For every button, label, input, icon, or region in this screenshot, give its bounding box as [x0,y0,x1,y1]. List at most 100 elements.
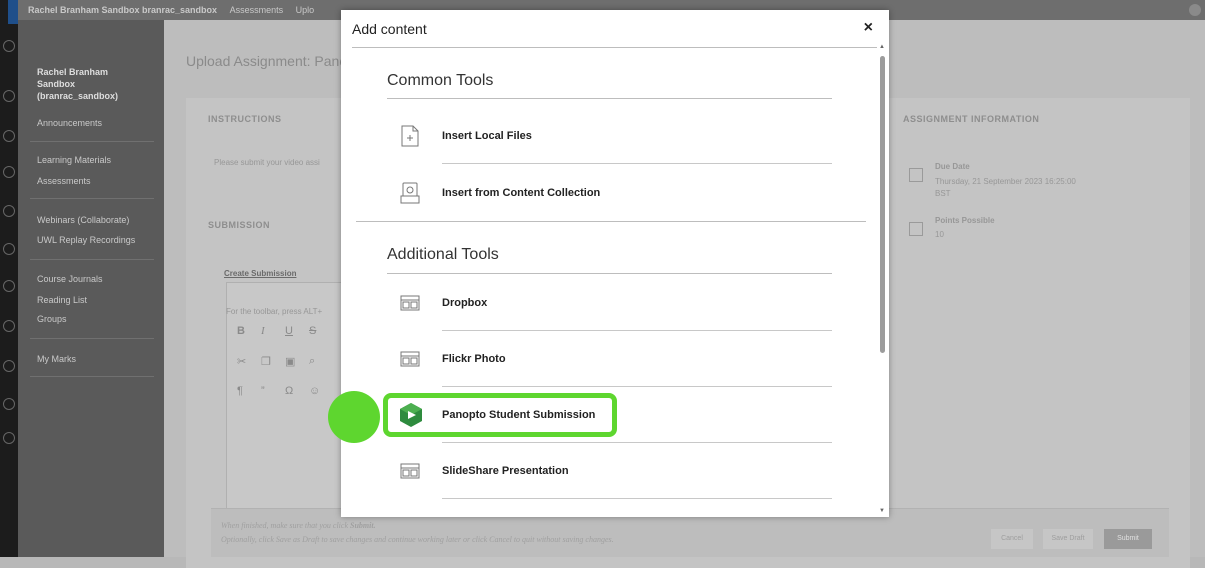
points-value: 10 [935,230,944,239]
breadcrumb-upload[interactable]: Uplo [296,5,315,15]
sidebar-item-announcements[interactable]: Announcements [37,118,102,128]
assignment-info-heading: ASSIGNMENT INFORMATION [903,114,1040,124]
app-window-icon [400,351,420,367]
courses-icon[interactable] [3,166,15,178]
divider [387,98,832,99]
divider [30,376,154,377]
divider [30,141,154,142]
cut-icon[interactable]: ✂ [237,355,246,368]
toolbar-hint: For the toolbar, press ALT+ [226,307,323,316]
help-icon[interactable] [1189,4,1201,16]
italic-icon[interactable]: I [261,325,265,337]
calendar-icon [909,168,923,182]
sidebar-item-my-marks[interactable]: My Marks [37,354,76,364]
tool-insert-local-files[interactable]: Insert Local Files [386,108,832,164]
link-icon[interactable] [3,398,15,410]
tool-label: Insert from Content Collection [442,187,601,199]
tool-label: SlideShare Presentation [442,465,569,477]
globe-icon[interactable] [3,130,15,142]
click-indicator [328,391,380,443]
breadcrumb-assessments[interactable]: Assessments [230,5,284,15]
instructions-text: Please submit your video assi [214,158,320,167]
sidebar-item-journals[interactable]: Course Journals [37,274,103,284]
find-icon[interactable]: ⌕ [309,355,315,368]
submission-heading: SUBMISSION [208,220,271,230]
page-title: Upload Assignment: Panc [186,53,347,69]
instructions-heading: INSTRUCTIONS [208,114,282,124]
due-date-value: Thursday, 21 September 2023 16:25:00 [935,177,1076,186]
calendar-icon[interactable] [3,243,15,255]
divider [30,198,154,199]
paste-icon[interactable]: ▣ [285,355,295,368]
breadcrumb-course[interactable]: Rachel Branham Sandbox branrac_sandbox [28,5,217,15]
sidebar-item-replay[interactable]: UWL Replay Recordings [37,235,135,245]
copy-icon[interactable]: ❐ [261,355,271,368]
app-window-icon [400,295,420,311]
logo-mark [8,0,18,24]
divider [442,498,832,499]
strikethrough-icon[interactable]: S [309,325,316,337]
dialog-title: Add content [352,21,427,37]
tool-label: Dropbox [442,297,488,309]
tool-slideshare-presentation[interactable]: SlideShare Presentation [386,443,832,499]
save-draft-button[interactable]: Save Draft [1043,529,1093,549]
scroll-up-icon[interactable]: ▲ [879,44,885,50]
course-title-line: (branrac_sandbox) [37,91,119,101]
divider [356,221,866,222]
tool-label: Insert Local Files [442,130,532,142]
common-tools-heading: Common Tools [387,72,494,89]
underline-icon[interactable]: U [285,325,293,337]
tool-flickr-photo[interactable]: Flickr Photo [386,331,832,387]
messages-icon[interactable] [3,280,15,292]
sidebar-item-assessments[interactable]: Assessments [37,176,91,186]
signout-icon[interactable] [3,432,15,444]
due-date-label: Due Date [935,162,970,171]
course-title-line: Sandbox [37,79,76,89]
sidebar-item-groups[interactable]: Groups [37,314,67,324]
quote-icon[interactable]: ” [261,385,265,397]
app-window-icon [400,463,420,479]
footer-note-2: Optionally, click Save as Draft to save … [221,535,614,544]
dialog-scrollbar[interactable]: ▲ ▼ [878,44,888,514]
submit-button[interactable]: Submit [1104,529,1152,549]
scroll-down-icon[interactable]: ▼ [879,508,885,514]
institution-icon[interactable] [3,40,15,52]
sidebar-item-learning-materials[interactable]: Learning Materials [37,155,111,165]
paragraph-icon[interactable]: ¶ [237,385,243,397]
divider [352,47,877,48]
due-date-tz: BST [935,189,951,198]
grade-icon [909,222,923,236]
course-menu: Rachel Branham Sandbox (branrac_sandbox)… [18,20,164,557]
cancel-button[interactable]: Cancel [991,529,1033,549]
sidebar-item-reading-list[interactable]: Reading List [37,295,87,305]
footer-note-text: When finished, make sure that you click [221,521,350,530]
divider [30,338,154,339]
additional-tools-heading: Additional Tools [387,246,499,263]
scrollbar-thumb[interactable] [880,56,885,353]
sidebar-item-webinars[interactable]: Webinars (Collaborate) [37,215,129,225]
grades-icon[interactable] [3,320,15,332]
profile-icon[interactable] [3,90,15,102]
course-title-line: Rachel Branham [37,67,109,77]
tool-insert-content-collection[interactable]: Insert from Content Collection [386,165,832,221]
omega-icon[interactable]: Ω [285,385,293,397]
divider [30,259,154,260]
organizations-icon[interactable] [3,205,15,217]
file-upload-icon [401,125,419,147]
footer-note: When finished, make sure that you click … [221,521,376,530]
tools-icon[interactable] [3,360,15,372]
divider [387,273,832,274]
tool-label: Flickr Photo [442,353,506,365]
create-submission-link[interactable]: Create Submission [224,269,296,278]
close-button[interactable]: × [864,19,873,37]
footer-note-submit: Submit. [350,521,376,530]
tool-dropbox[interactable]: Dropbox [386,275,832,331]
points-label: Points Possible [935,216,995,225]
divider [442,163,832,164]
course-title[interactable]: Rachel Branham Sandbox (branrac_sandbox) [37,66,118,102]
global-nav-rail [0,0,18,557]
bold-icon[interactable]: B [237,325,245,337]
emoji-icon[interactable]: ☺ [309,385,320,397]
content-collection-icon [400,182,420,204]
add-content-dialog: Add content × Common Tools Insert Local … [341,10,889,517]
